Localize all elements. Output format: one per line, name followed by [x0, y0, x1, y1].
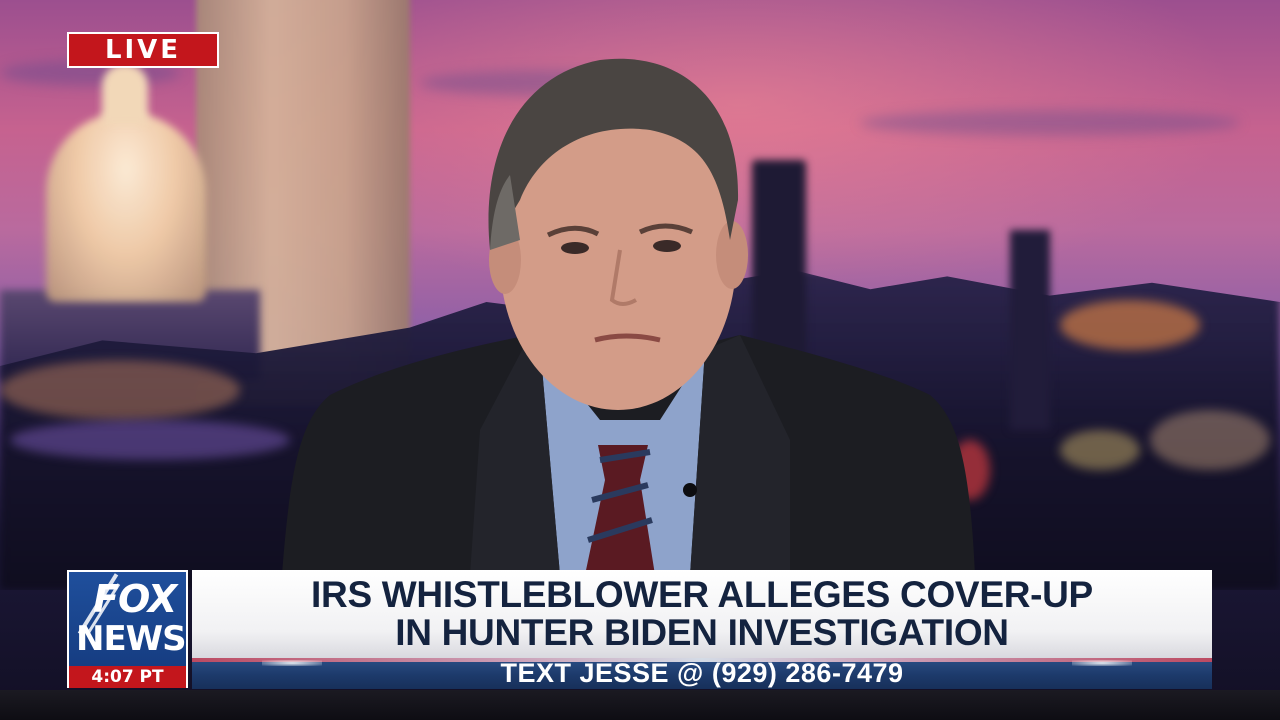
right-eye	[653, 240, 681, 252]
left-eye	[561, 242, 589, 254]
lapel-microphone	[683, 483, 697, 497]
live-label: LIVE	[104, 35, 182, 65]
logo-field: FOX NEWS	[69, 572, 186, 666]
ticker-bar: TEXT JESSE @ (929) 286-7479	[192, 658, 1212, 689]
headline-box: IRS WHISTLEBLOWER ALLEGES COVER-UP IN HU…	[192, 570, 1212, 658]
bottom-bar	[0, 690, 1280, 720]
ticker-text: TEXT JESSE @ (929) 286-7479	[500, 658, 904, 688]
headline-line-1: IRS WHISTLEBLOWER ALLEGES COVER-UP	[311, 574, 1093, 615]
headline-line-2: IN HUNTER BIDEN INVESTIGATION	[395, 612, 1009, 653]
logo-news-text: NEWS	[76, 619, 186, 659]
timestamp: 4:07 PT	[69, 666, 186, 688]
headline: IRS WHISTLEBLOWER ALLEGES COVER-UP IN HU…	[192, 576, 1212, 652]
live-badge: LIVE	[67, 32, 219, 68]
fox-news-logo: FOX NEWS 4:07 PT	[67, 570, 188, 688]
right-ear	[716, 221, 748, 289]
logo-fox-text: FOX	[93, 577, 177, 621]
